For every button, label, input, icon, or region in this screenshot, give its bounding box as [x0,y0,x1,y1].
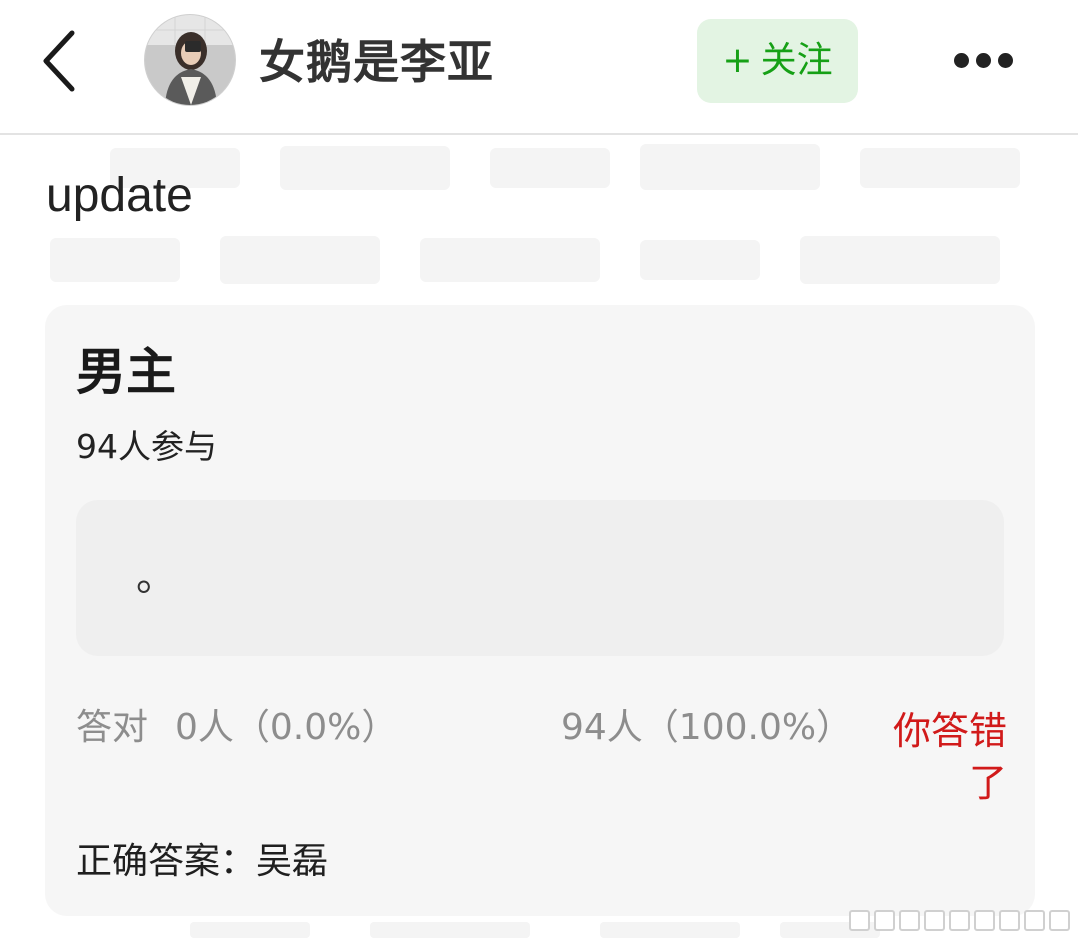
correct-answer: 正确答案：吴磊 [76,841,329,882]
follow-label: 关注 [760,40,833,81]
more-dot-icon [954,53,969,68]
correct-count: 0人（0.0%） [175,707,398,748]
quiz-option-text: 。 [136,554,176,600]
square-icon [849,910,870,931]
quiz-title: 男主 [76,343,176,401]
square-icon [899,910,920,931]
image-placeholder-icons [849,910,1070,931]
chevron-left-icon [43,30,75,92]
wrong-count: 94人（100.0%） [561,707,853,748]
result-status: 你答错了 [892,709,1007,805]
more-dot-icon [976,53,991,68]
square-icon [924,910,945,931]
post-text: update [46,169,193,222]
square-icon [974,910,995,931]
faded-background-text [40,232,1050,292]
square-icon [1049,910,1070,931]
quiz-option[interactable]: 。 [76,500,1004,656]
avatar[interactable] [145,15,235,105]
back-button[interactable] [34,25,90,97]
top-navigation-bar: 女鹅是李亚 + 关注 [0,0,1078,135]
square-icon [999,910,1020,931]
username[interactable]: 女鹅是李亚 [259,33,494,91]
more-dot-icon [998,53,1013,68]
square-icon [874,910,895,931]
follow-button[interactable]: + 关注 [697,19,858,103]
participant-count: 94人参与 [76,427,217,466]
correct-label: 答对 [76,707,149,748]
plus-icon: + [722,40,753,81]
more-options-button[interactable] [944,40,1024,82]
square-icon [949,910,970,931]
square-icon [1024,910,1045,931]
quiz-card: 男主 94人参与 。 答对 0人（0.0%） 94人（100.0%） 你答错了 … [45,305,1035,916]
